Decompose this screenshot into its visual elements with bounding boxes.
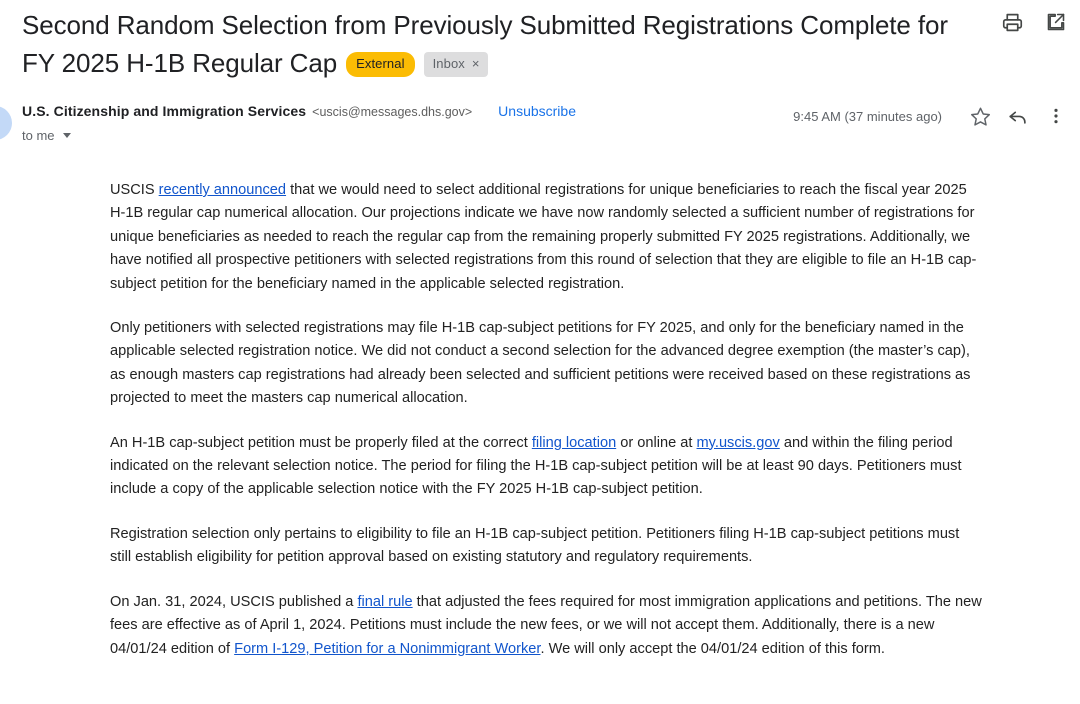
header-actions [1000,10,1068,34]
recipients-toggle[interactable]: to me [22,128,71,143]
sender-line: U.S. Citizenship and Immigration Service… [22,103,576,119]
p3-text-a: An H-1B cap-subject petition must be pro… [110,434,532,451]
recipients-label: to me [22,128,55,143]
link-final-rule[interactable]: final rule [357,594,412,610]
sender-header: U.S. Citizenship and Immigration Service… [0,100,1080,152]
sender-name[interactable]: U.S. Citizenship and Immigration Service… [22,103,306,119]
message-actions: 9:45 AM (37 minutes ago) [793,104,1068,128]
label-chip-inbox[interactable]: Inbox × [423,52,488,77]
body-paragraph-5: On Jan. 31, 2024, USCIS published a fina… [110,591,982,661]
p5-text-c: . We will only accept the 04/01/24 editi… [540,640,885,657]
open-in-new-window-icon[interactable] [1044,10,1068,34]
avatar[interactable] [0,106,12,140]
link-filing-location[interactable]: filing location [532,435,616,451]
p5-text-a: On Jan. 31, 2024, USCIS published a [110,593,358,610]
label-chip-inbox-text: Inbox [432,56,465,71]
p3-text-b: or online at [616,434,697,451]
link-recently-announced[interactable]: recently announced [159,182,286,198]
p1-text-b: that we would need to select additional … [110,182,977,292]
chevron-down-icon[interactable] [62,133,71,138]
p1-text-a: USCIS [110,182,159,198]
link-form-i-129[interactable]: Form I-129, Petition for a Nonimmigrant … [234,641,540,657]
more-options-icon[interactable] [1044,104,1068,128]
body-paragraph-4: Registration selection only pertains to … [110,525,960,566]
subject-header: Second Random Selection from Previously … [0,0,1080,78]
body-paragraph-2: Only petitioners with selected registrat… [110,320,971,407]
sender-email: <uscis@messages.dhs.gov> [312,105,473,119]
unsubscribe-link[interactable]: Unsubscribe [498,103,576,119]
link-my-uscis-gov[interactable]: my.uscis.gov [697,435,780,451]
page-title: Second Random Selection from Previously … [22,6,972,82]
message-body: USCIS recently announced that we would n… [110,179,982,661]
status-badge-external: External [346,52,415,77]
email-message-view: Second Random Selection from Previously … [0,0,1080,704]
body-paragraph-1: USCIS recently announced that we would n… [110,179,982,296]
star-icon[interactable] [968,104,992,128]
timestamp: 9:45 AM (37 minutes ago) [793,108,942,124]
close-icon[interactable]: × [472,56,480,71]
print-icon[interactable] [1000,10,1024,34]
body-paragraph-3: An H-1B cap-subject petition must be pro… [110,432,982,502]
reply-icon[interactable] [1006,104,1030,128]
